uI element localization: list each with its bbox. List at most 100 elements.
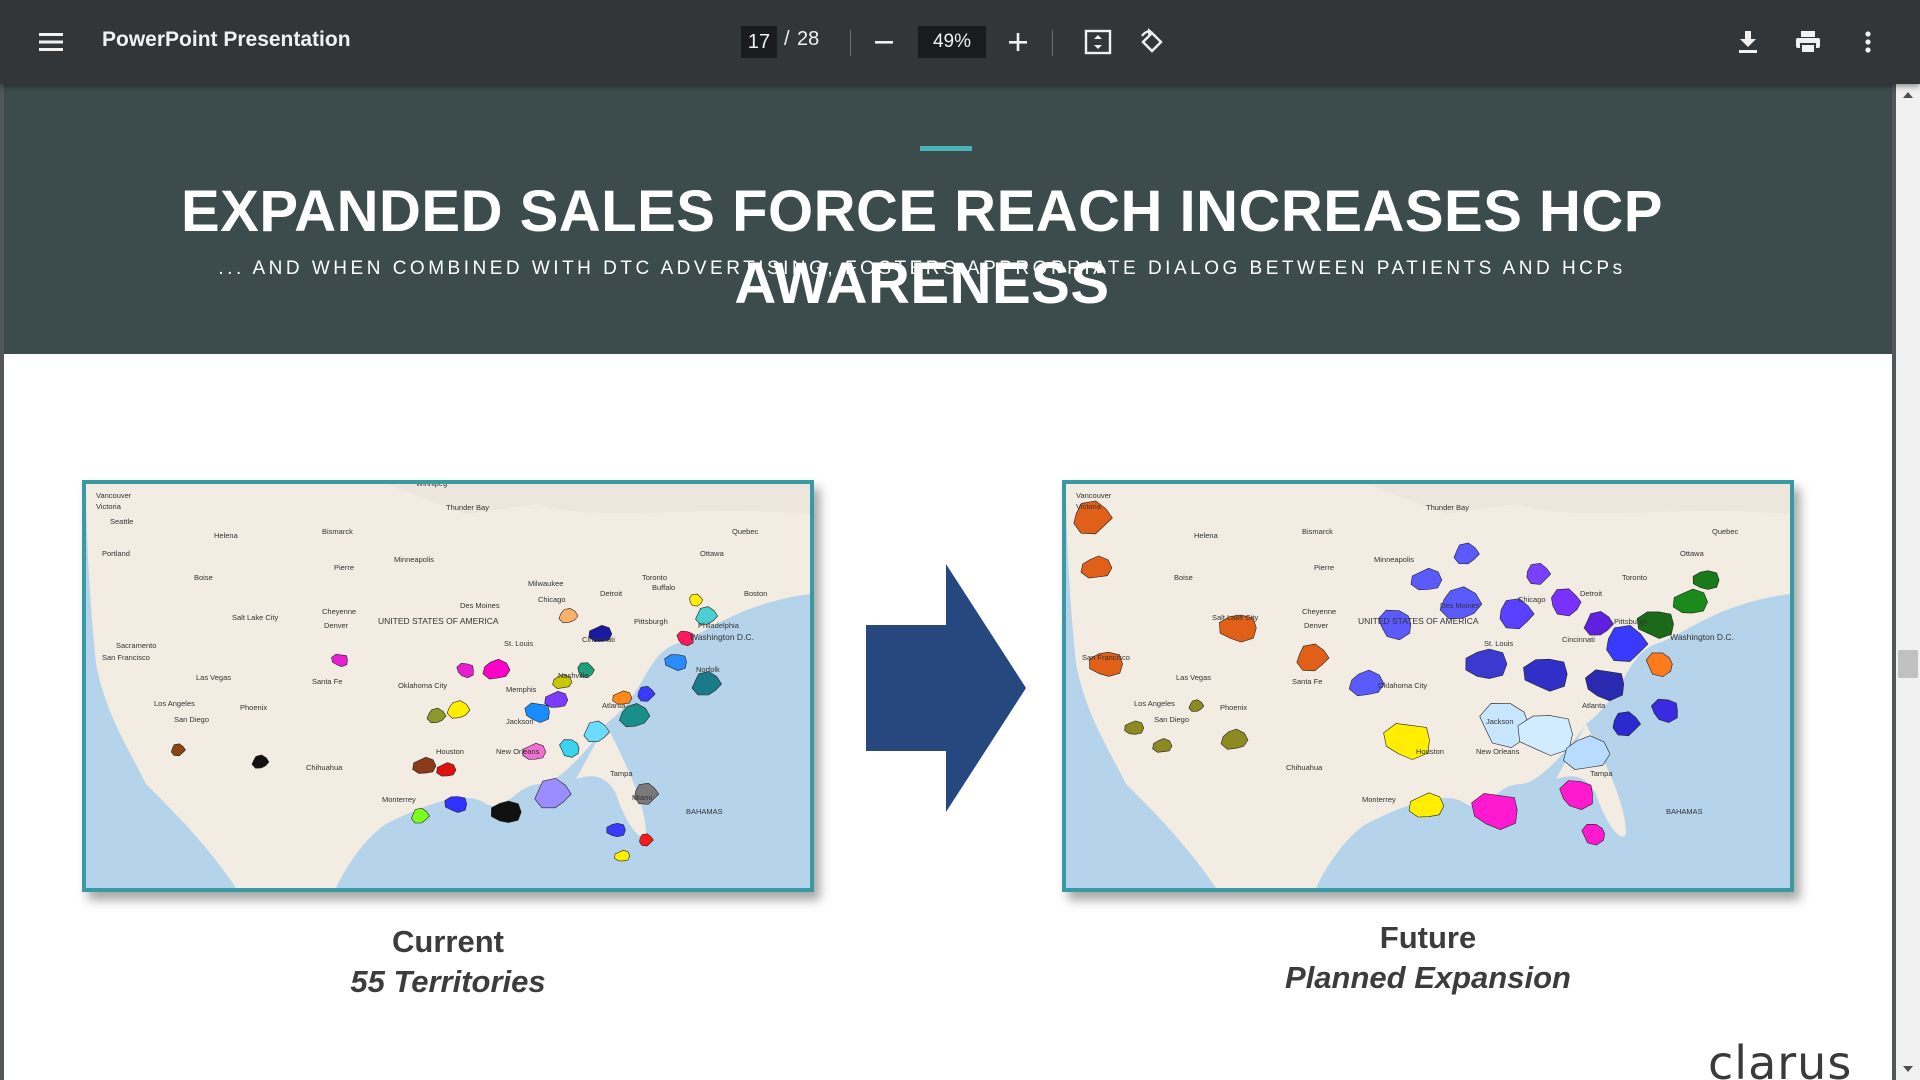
page-separator: / xyxy=(784,28,790,50)
map-label: Chicago xyxy=(1518,595,1546,604)
map-label: Bismarck xyxy=(322,527,353,536)
map-label: Jackson xyxy=(1486,717,1514,726)
title-accent-bar xyxy=(920,146,972,151)
map-label: Washington D.C. xyxy=(690,632,754,642)
slide-title: EXPANDED SALES FORCE REACH INCREASES HCP… xyxy=(180,179,1663,316)
map-label: Chicago xyxy=(538,595,566,604)
map-label: Detroit xyxy=(1580,589,1603,598)
map-label: Pierre xyxy=(1314,563,1334,572)
map-label: Phoenix xyxy=(240,703,267,712)
map-label: Washington D.C. xyxy=(1670,632,1734,642)
map-label: Nashville xyxy=(558,671,588,680)
map-label: Buffalo xyxy=(652,583,675,592)
map-label: Santa Fe xyxy=(1292,677,1322,686)
map-label: Las Vegas xyxy=(1176,673,1211,682)
map-label: Phoenix xyxy=(1220,703,1247,712)
map-label: Houston xyxy=(1416,747,1444,756)
map-label: New Orleans xyxy=(496,747,540,756)
map-label: Salt Lake City xyxy=(232,613,279,622)
map-label: Philadelphia xyxy=(698,621,740,630)
map-label: UNITED STATES OF AMERICA xyxy=(1358,616,1479,626)
map-label: Milwaukee xyxy=(528,579,563,588)
brand-logo: clarus xyxy=(1708,1036,1853,1080)
map-label: BAHAMAS xyxy=(686,807,723,816)
transition-arrow xyxy=(866,564,1026,812)
toolbar-divider xyxy=(1052,30,1053,56)
map-label: Santa Fe xyxy=(312,677,342,686)
zoom-out-icon[interactable] xyxy=(860,18,908,66)
more-options-icon[interactable] xyxy=(1844,18,1892,66)
future-expansion-map: Vancouver Victoria Helena Bismarck Pierre Min… xyxy=(1062,480,1794,892)
map-label: Victoria xyxy=(1076,502,1102,511)
map-label: Monterrey xyxy=(382,795,416,804)
map-label: Oklahoma City xyxy=(398,681,447,690)
map-label: Boston xyxy=(744,589,767,598)
map-label: St. Louis xyxy=(504,639,533,648)
map-label: Portland xyxy=(102,549,130,558)
map-label: St. Louis xyxy=(1484,639,1513,648)
map-label: Quebec xyxy=(732,527,759,536)
map-label: Ottawa xyxy=(700,549,725,558)
map-label: Chihuahua xyxy=(1286,763,1323,772)
map-label: Vancouver xyxy=(96,491,132,500)
map-label: Toronto xyxy=(1622,573,1647,582)
map-label: Winnipeg xyxy=(416,484,447,488)
map-label: Des Moines xyxy=(460,601,500,610)
map-label: Des Moines xyxy=(1440,601,1480,610)
print-icon[interactable] xyxy=(1784,18,1832,66)
map-label: San Francisco xyxy=(102,653,150,662)
current-caption: Current 55 Territories xyxy=(98,922,798,1002)
map-label: Quebec xyxy=(1712,527,1739,536)
menu-icon[interactable] xyxy=(27,18,75,66)
map-label: Seattle xyxy=(110,517,133,526)
current-heading: Current xyxy=(392,924,504,959)
document-title: PowerPoint Presentation xyxy=(102,28,351,51)
map-label: Thunder Bay xyxy=(446,503,489,512)
map-label: Minneapolis xyxy=(1374,555,1414,564)
zoom-in-icon[interactable] xyxy=(994,18,1042,66)
map-label: Atlanta xyxy=(1582,701,1606,710)
future-heading: Future xyxy=(1379,920,1477,955)
current-subheading: 55 Territories xyxy=(350,964,546,999)
map-label: Jackson xyxy=(506,717,534,726)
slide-subtitle: ... AND WHEN COMBINED WITH DTC ADVERTISI… xyxy=(218,258,1626,279)
page-number-input[interactable] xyxy=(741,26,777,58)
map-label: Vancouver xyxy=(1076,491,1112,500)
map-label: Memphis xyxy=(506,685,537,694)
download-icon[interactable] xyxy=(1724,18,1772,66)
map-label: Detroit xyxy=(600,589,623,598)
map-label: San Francisco xyxy=(1082,653,1130,662)
map-label: Cheyenne xyxy=(1302,607,1336,616)
map-label: UNITED STATES OF AMERICA xyxy=(378,616,499,626)
map-label: Boise xyxy=(1174,573,1193,582)
map-label: Oklahoma City xyxy=(1378,681,1427,690)
map-label: Houston xyxy=(436,747,464,756)
map-label: San Diego xyxy=(1154,715,1189,724)
map-label: Atlanta xyxy=(602,701,626,710)
map-label: Bismarck xyxy=(1302,527,1333,536)
map-label: San Diego xyxy=(174,715,209,724)
map-label: Monterrey xyxy=(1362,795,1396,804)
map-label: Cincinnati xyxy=(1562,635,1595,644)
map-label: Denver xyxy=(1304,621,1329,630)
fit-page-icon[interactable] xyxy=(1074,18,1122,66)
vertical-scrollbar[interactable] xyxy=(1896,84,1920,1080)
future-caption: Future Planned Expansion xyxy=(1078,918,1778,998)
map-label: Ottawa xyxy=(1680,549,1705,558)
map-label: Pittsburgh xyxy=(634,617,668,626)
map-label: Toronto xyxy=(642,573,667,582)
map-label: Miami xyxy=(632,793,652,802)
scroll-down-icon[interactable] xyxy=(1901,1064,1915,1074)
scroll-up-icon[interactable] xyxy=(1901,90,1915,100)
map-label: Norfolk xyxy=(696,665,720,674)
scrollbar-thumb[interactable] xyxy=(1898,650,1918,678)
toolbar-divider xyxy=(850,30,851,56)
rotate-icon[interactable] xyxy=(1128,18,1176,66)
map-label: Pittsburgh xyxy=(1614,617,1648,626)
map-label: Cheyenne xyxy=(322,607,356,616)
zoom-level-input[interactable] xyxy=(918,26,986,58)
map-label: Thunder Bay xyxy=(1426,503,1469,512)
map-label: Los Angeles xyxy=(1134,699,1175,708)
map-label: Minneapolis xyxy=(394,555,434,564)
current-territories-map: Vancouver Victoria Seattle Portland Helena Bi… xyxy=(82,480,814,892)
